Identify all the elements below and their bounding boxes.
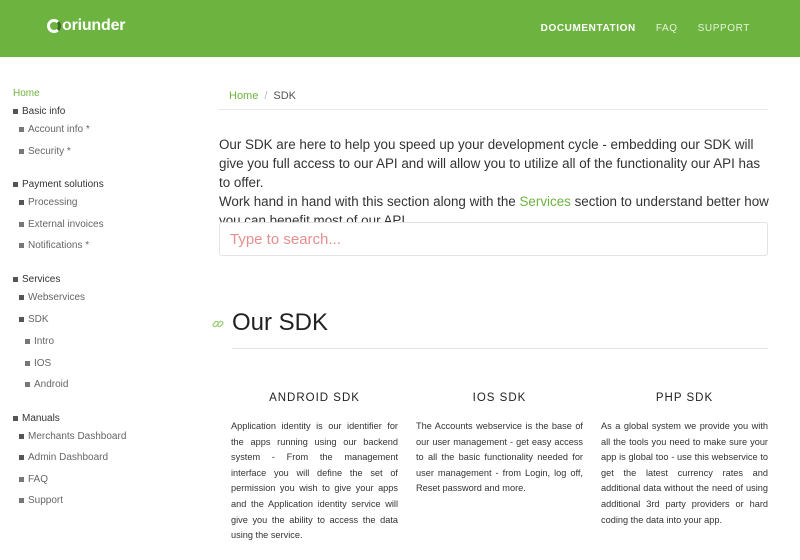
bullet-icon <box>25 361 30 366</box>
breadcrumb-current: SDK <box>273 90 297 102</box>
sidebar-item-label: Merchants Dashboard <box>28 431 127 442</box>
sidebar-item-label: Manuals <box>22 413 60 424</box>
sidebar-item-ios[interactable]: IOS <box>25 358 51 369</box>
sdk-card-text: As a global system we provide you with a… <box>601 421 768 525</box>
sidebar-item-label: Support <box>28 495 64 506</box>
sidebar-item-services[interactable]: Services <box>13 274 60 285</box>
bullet-icon <box>19 222 24 227</box>
logo-icon <box>47 19 61 33</box>
collapse-icon <box>13 182 18 187</box>
sidebar-item-label: FAQ <box>28 474 49 485</box>
sidebar-item-label: Basic info <box>22 106 66 117</box>
intro-line-2-start: Work hand in hand with this section alon… <box>219 194 520 209</box>
sidebar-item-label: Android <box>34 379 69 390</box>
sidebar-item-label: Services <box>22 274 61 285</box>
intro-line-1: Our SDK are here to help you speed up yo… <box>219 137 761 190</box>
nav-support[interactable]: SUPPORT <box>698 23 750 34</box>
collapse-icon <box>19 317 24 322</box>
intro-text: Our SDK are here to help you speed up yo… <box>219 135 771 230</box>
expand-icon <box>19 295 24 300</box>
sidebar: Home Basic info Account info * Security … <box>0 57 190 560</box>
collapse-icon <box>13 277 18 282</box>
sidebar-item-label: Security * <box>28 146 71 157</box>
sidebar-item-merchants-dashboard[interactable]: Merchants Dashboard <box>19 431 126 442</box>
sidebar-item-security[interactable]: Security * <box>19 146 71 157</box>
bullet-icon <box>19 243 24 248</box>
bullet-icon <box>19 127 24 132</box>
divider <box>219 109 768 110</box>
expand-icon <box>19 434 24 439</box>
sidebar-item-intro[interactable]: Intro <box>25 336 54 347</box>
sdk-card-title: PHP SDK <box>655 392 714 404</box>
sidebar-item-payment-solutions[interactable]: Payment solutions <box>13 179 104 190</box>
breadcrumb-separator: / <box>264 90 268 102</box>
sidebar-item-label: Account info * <box>28 124 90 135</box>
nav-documentation[interactable]: DOCUMENTATION <box>541 23 636 34</box>
sidebar-item-external-invoices[interactable]: External invoices <box>19 219 104 230</box>
nav-faq[interactable]: FAQ <box>656 23 678 34</box>
sidebar-item-faq[interactable]: FAQ <box>19 474 48 485</box>
sidebar-item-label: Webservices <box>28 292 86 303</box>
bullet-icon <box>25 339 30 344</box>
sidebar-item-manuals[interactable]: Manuals <box>13 413 60 424</box>
bullet-icon <box>19 149 24 154</box>
section-title: Our SDK <box>232 309 329 336</box>
sdk-card-title: ANDROID SDK <box>269 392 360 404</box>
sdk-card-text: Application identity is our identifier f… <box>231 421 398 541</box>
bullet-icon <box>25 382 30 387</box>
link-icon[interactable] <box>212 318 224 330</box>
sdk-card-android: ANDROID SDK Application identity is our … <box>231 392 398 544</box>
sidebar-item-webservices[interactable]: Webservices <box>19 292 85 303</box>
sidebar-item-label: Intro <box>34 336 55 347</box>
sidebar-item-sdk[interactable]: SDK <box>19 314 49 325</box>
sidebar-item-basic-info[interactable]: Basic info <box>13 106 65 117</box>
sidebar-item-android[interactable]: Android <box>25 379 68 390</box>
services-link[interactable]: Services <box>519 194 570 209</box>
sidebar-item-label: Processing <box>28 197 78 208</box>
sidebar-item-label: Payment solutions <box>22 179 104 190</box>
sdk-card-text: The Accounts webservice is the base of o… <box>416 421 583 494</box>
bullet-icon <box>19 498 24 503</box>
sdk-card-ios: IOS SDK The Accounts webservice is the b… <box>416 392 583 497</box>
breadcrumb-home[interactable]: Home <box>229 90 258 102</box>
divider <box>232 348 768 349</box>
search-input[interactable] <box>219 222 768 256</box>
top-navbar: oriunder DOCUMENTATION FAQ SUPPORT <box>0 0 800 57</box>
main-nav: DOCUMENTATION FAQ SUPPORT <box>541 23 750 34</box>
sidebar-item-admin-dashboard[interactable]: Admin Dashboard <box>19 452 108 463</box>
expand-icon <box>19 455 24 460</box>
logo[interactable]: oriunder <box>47 17 125 35</box>
expand-icon <box>19 200 24 205</box>
breadcrumb: Home / SDK <box>229 90 296 102</box>
sidebar-item-label: External invoices <box>28 219 104 230</box>
bullet-icon <box>19 477 24 482</box>
sidebar-item-notifications[interactable]: Notifications * <box>19 240 89 251</box>
sdk-card-php: PHP SDK As a global system we provide yo… <box>601 392 768 528</box>
sdk-card-title: IOS SDK <box>472 392 527 404</box>
sidebar-item-processing[interactable]: Processing <box>19 197 77 208</box>
sidebar-item-label: Notifications * <box>28 240 90 251</box>
collapse-icon <box>13 416 18 421</box>
sidebar-item-label: Admin Dashboard <box>28 452 109 463</box>
sidebar-item-home[interactable]: Home <box>13 88 40 99</box>
sidebar-item-label: SDK <box>28 314 49 325</box>
sidebar-item-support[interactable]: Support <box>19 495 63 506</box>
collapse-icon <box>13 109 18 114</box>
logo-text: oriunder <box>62 17 126 34</box>
sidebar-item-account-info[interactable]: Account info * <box>19 124 90 135</box>
sidebar-item-label: IOS <box>34 358 52 369</box>
